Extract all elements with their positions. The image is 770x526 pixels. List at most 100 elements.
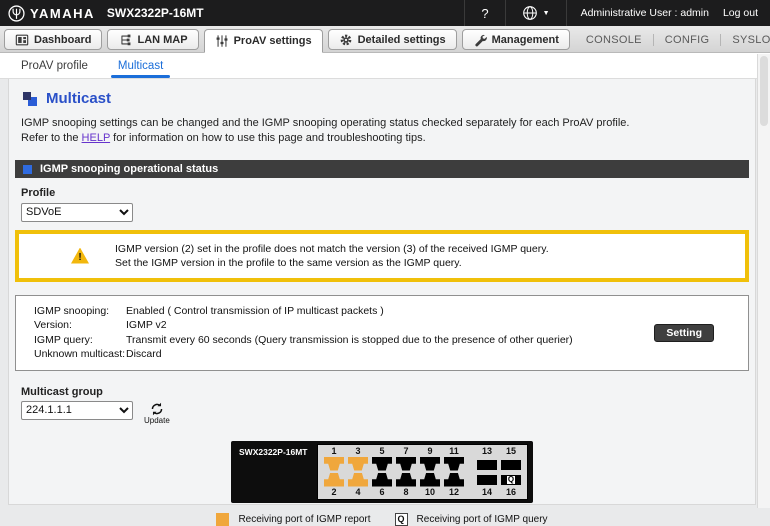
topbar-actions: ? Administrative User : admin Log out [464,0,770,26]
switch-graphic-wrap: SWX2322P-16MT 123456789101112131415Q16 [9,441,755,503]
main-tab-bar: Dashboard LAN MAP ProAV settings Detailed s… [0,26,770,53]
port-column: 56 [372,446,392,498]
status-value: Discard [126,347,162,362]
description-line1: IGMP snooping settings can be changed an… [21,117,629,129]
port-10 [420,473,440,487]
port-number: 2 [331,487,336,498]
port-12 [444,473,464,487]
help-button[interactable]: ? [464,0,504,26]
port-13 [477,460,497,470]
quick-link-config[interactable]: CONFIG [653,34,721,46]
port-number: 7 [403,446,408,457]
igmp-status-box: IGMP snooping:Enabled ( Control transmis… [15,295,749,371]
port-3-igmp-report [348,457,368,471]
status-value: IGMP v2 [126,318,167,333]
port-column: 34 [348,446,368,498]
section-bullet-icon [23,165,32,174]
wrench-icon [473,33,487,47]
tab-label: Detailed settings [358,34,446,46]
quick-link-syslog[interactable]: SYSLOG [720,34,770,46]
profile-select[interactable]: SDVoE [21,203,133,222]
update-button[interactable]: Update [144,402,170,425]
status-row: IGMP query:Transmit every 60 seconds (Qu… [34,333,654,348]
port-number: 10 [425,487,435,498]
switch-graphic: SWX2322P-16MT 123456789101112131415Q16 [231,441,533,503]
port-column: 12 [324,446,344,498]
port-number: 9 [427,446,432,457]
top-header-bar: YAMAHA SWX2322P-16MT ? Administrative Us… [0,0,770,26]
port-column: 78 [396,446,416,498]
port-number: 1 [331,446,336,457]
port-5 [372,457,392,471]
help-link[interactable]: HELP [82,132,111,144]
status-row: Version:IGMP v2 [34,318,654,333]
subtab-multicast[interactable]: Multicast [103,53,178,78]
tab-label: LAN MAP [137,34,187,46]
port-column: 15Q16 [501,446,521,498]
port-4-igmp-report [348,473,368,487]
scrollbar[interactable] [757,54,770,508]
port-9 [420,457,440,471]
igmp-report-legend-label: Receiving port of IGMP report [238,514,370,525]
gear-icon [339,33,353,47]
tab-label: Dashboard [34,34,91,46]
logged-in-user: Administrative User : admin [581,7,709,19]
tab-label: ProAV settings [234,35,312,47]
port-8 [396,473,416,487]
tab-proav-settings[interactable]: ProAV settings [204,29,323,53]
status-label: IGMP query: [34,333,126,348]
scrollbar-thumb[interactable] [760,56,768,126]
status-row: IGMP snooping:Enabled ( Control transmis… [34,304,654,319]
logout-link[interactable]: Log out [723,7,758,19]
warning-line2: Set the IGMP version in the profile to t… [115,257,462,269]
description-line2-suffix: for information on how to use this page … [110,132,426,144]
yamaha-tuning-fork-icon [8,5,25,22]
quick-links: CONSOLECONFIGSYSLOGTECHINFO [575,34,770,52]
refresh-icon [150,402,164,416]
sub-tab-bar: ProAV profileMulticast [0,53,770,79]
port-15 [501,460,521,470]
brand-text: YAMAHA [30,6,95,21]
subtab-proav-profile[interactable]: ProAV profile [6,53,103,78]
port-legend: Receiving port of IGMP report Q Receivin… [9,513,755,526]
status-label: IGMP snooping: [34,304,126,319]
tab-detailed-settings[interactable]: Detailed settings [328,29,457,50]
warning-line1: IGMP version (2) set in the profile does… [115,243,549,255]
multicast-group-label: Multicast group [21,386,755,398]
section-title: IGMP snooping operational status [40,163,218,175]
port-1-igmp-report [324,457,344,471]
update-label: Update [144,416,170,425]
port-7 [396,457,416,471]
page-title-band: Multicast [9,79,755,114]
lan-map-icon [118,33,132,47]
page-title: Multicast [46,90,111,107]
quick-link-console[interactable]: CONSOLE [575,34,653,46]
port-column: 1112 [444,446,464,498]
tab-lan-map[interactable]: LAN MAP [107,29,198,50]
port-number: 4 [355,487,360,498]
port-number: 3 [355,446,360,457]
sliders-icon [215,34,229,48]
switch-model-label: SWX2322P-16MT [236,444,312,500]
igmp-query-badge: Q [506,475,516,485]
setting-button[interactable]: Setting [654,324,714,342]
port-11 [444,457,464,471]
warning-text: IGMP version (2) set in the profile does… [115,242,549,270]
port-number: 12 [449,487,459,498]
port-14 [477,475,497,485]
igmp-query-legend-label: Receiving port of IGMP query [417,514,548,525]
tab-management[interactable]: Management [462,29,570,50]
status-label: Version: [34,318,126,333]
help-button-label: ? [481,6,488,21]
port-number: 13 [482,446,492,457]
device-model: SWX2322P-16MT [107,6,204,20]
igmp-report-legend-swatch [216,513,229,526]
multicast-group-select[interactable]: 224.1.1.1 [21,401,133,420]
status-value: Enabled ( Control transmission of IP mul… [126,304,384,319]
language-selector[interactable] [505,0,566,26]
tab-dashboard[interactable]: Dashboard [4,29,102,50]
igmp-query-legend-badge: Q [395,513,408,526]
status-row: Unknown multicast:Discard [34,347,654,362]
dashboard-icon [15,33,29,47]
status-rows: IGMP snooping:Enabled ( Control transmis… [34,304,654,362]
